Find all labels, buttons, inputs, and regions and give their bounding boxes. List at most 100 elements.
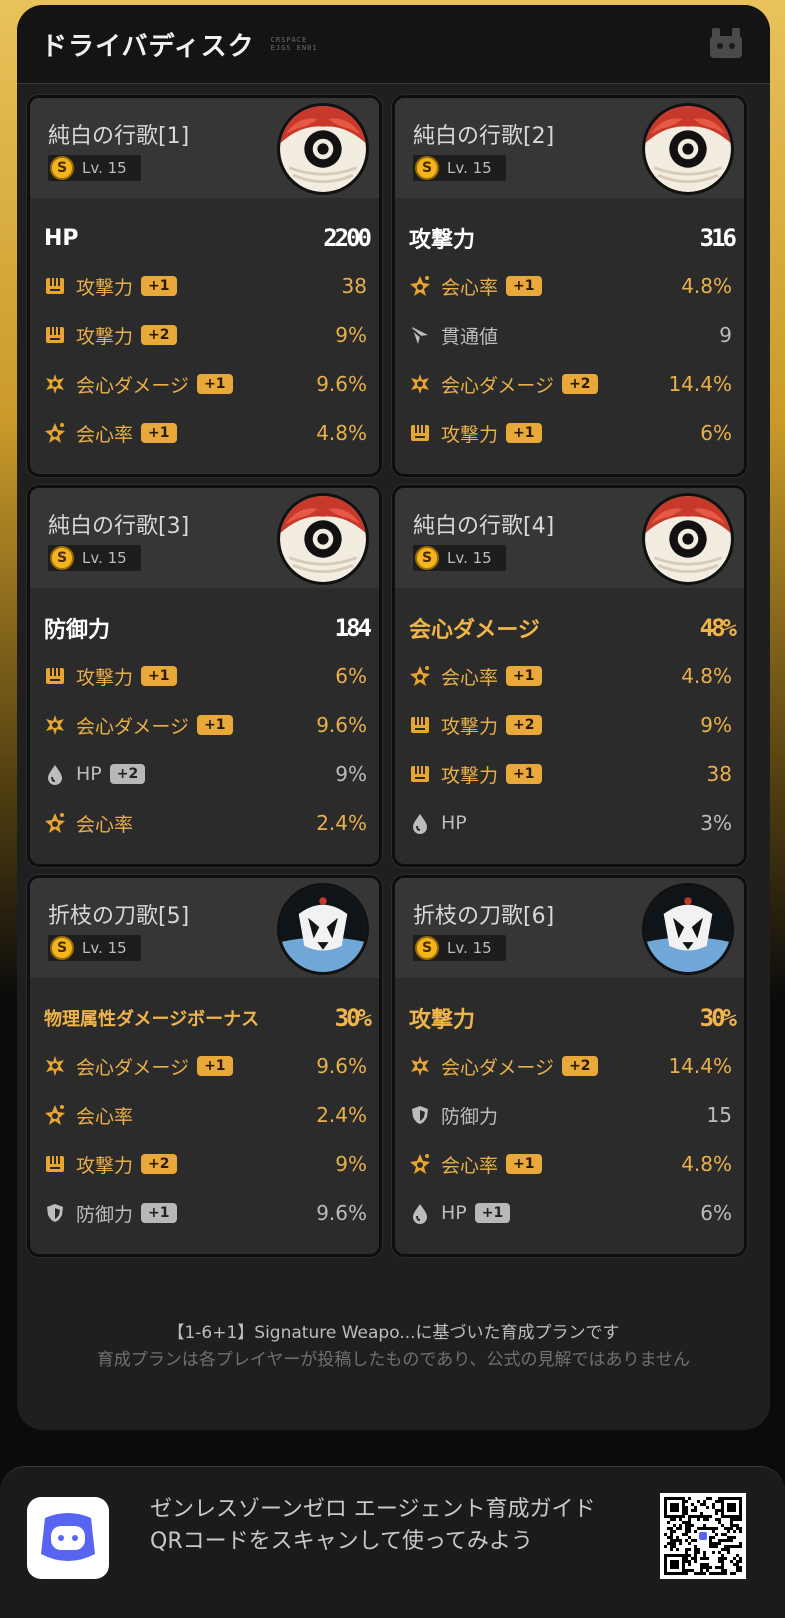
disc-level: Lv. 15	[82, 159, 127, 177]
sub-stat-value: 9	[719, 323, 732, 347]
attack-icon	[44, 665, 66, 687]
attack-icon	[44, 1153, 66, 1175]
main-stat-label: 物理属性ダメージボーナス	[44, 1009, 260, 1030]
disc-card-header: 純白の行歌[2] S Lv. 15	[395, 98, 744, 198]
sub-stat-value: 14.4%	[668, 1054, 732, 1078]
upgrade-count-badge: +1	[506, 423, 542, 443]
disc-card-2[interactable]: 純白の行歌[2] S Lv. 15 攻撃力 316 会心率 +1 4.8% 貫通値 9 会心ダメージ…	[392, 95, 747, 477]
drive-disc-panel: ドライバディスク CRSPACE EJGS EN01 純白の行歌[1] S Lv. …	[17, 5, 770, 1430]
disc-level: Lv. 15	[82, 549, 127, 567]
disc-level-box: S Lv. 15	[413, 545, 506, 571]
upgrade-count-badge: +1	[506, 276, 542, 296]
rank-s-icon: S	[50, 546, 74, 570]
sub-stat-label: 会心率	[76, 813, 134, 836]
plan-source-text: 【1-6+1】Signature Weapo...に基づいた育成プランです	[167, 1323, 620, 1343]
sub-stat-row: 会心率 +1 4.8%	[409, 1146, 732, 1182]
disc-card-3[interactable]: 純白の行歌[3] S Lv. 15 防御力 184 攻撃力 +1 6% 会心ダメージ +1 9.6%…	[27, 485, 382, 867]
panel-header: ドライバディスク CRSPACE EJGS EN01	[17, 5, 770, 84]
sub-stat-row: HP +1 6%	[409, 1195, 732, 1231]
sub-stat-label: 防御力	[76, 1203, 134, 1226]
page-title: ドライバディスク	[41, 31, 255, 62]
sub-stat-value: 4.8%	[681, 274, 732, 298]
main-stat-label: HP	[44, 225, 79, 251]
qr-code-icon	[660, 1493, 746, 1579]
sub-stat-row: 会心率 +1 4.8%	[44, 415, 367, 451]
rank-s-icon: S	[50, 156, 74, 180]
bottom-promo-bar: ゼンレスゾーンゼロ エージェント育成ガイド QRコードをスキャンして使ってみよう	[0, 1466, 785, 1618]
sub-stat-label: 会心率	[441, 276, 499, 299]
crit-rate-icon	[44, 812, 66, 834]
sub-stat-row: 貫通値 9	[409, 317, 732, 353]
disc-name: 純白の行歌[3]	[48, 514, 190, 539]
crit-rate-icon	[409, 1153, 431, 1175]
rank-s-icon: S	[415, 546, 439, 570]
sub-stat-row: 会心ダメージ +1 9.6%	[44, 1048, 367, 1084]
rank-s-icon: S	[50, 936, 74, 960]
sub-stat-value: 3%	[700, 811, 732, 835]
sub-stat-label: 会心ダメージ	[441, 1056, 555, 1079]
attack-icon	[44, 275, 66, 297]
main-stat-row: 物理属性ダメージボーナス 30%	[44, 998, 372, 1038]
crit-rate-icon	[409, 665, 431, 687]
sub-stat-row: 防御力 15	[409, 1097, 732, 1133]
sub-stat-row: HP 3%	[409, 805, 732, 841]
disc-card-6[interactable]: 折枝の刀歌[6] S Lv. 15 攻撃力 30% 会心ダメージ +2 14.4% 防御力 15 会…	[392, 875, 747, 1257]
hp-icon	[44, 763, 66, 785]
sub-stat-value: 2.4%	[316, 811, 367, 835]
sub-stat-label: 会心ダメージ	[76, 374, 190, 397]
disc-level: Lv. 15	[447, 549, 492, 567]
sub-stat-label: HP	[441, 1202, 467, 1224]
disc-name: 純白の行歌[2]	[413, 124, 555, 149]
sub-stat-row: 攻撃力 +2 9%	[44, 317, 367, 353]
bangboo-icon[interactable]	[706, 24, 746, 64]
sub-stat-row: 会心ダメージ +1 9.6%	[44, 366, 367, 402]
sub-stat-value: 4.8%	[681, 664, 732, 688]
sub-stat-row: 攻撃力 +1 38	[44, 268, 367, 304]
main-stat-value: 30%	[699, 1004, 737, 1032]
rank-s-icon: S	[415, 936, 439, 960]
sub-stat-value: 6%	[700, 1201, 732, 1225]
sub-stat-row: 会心ダメージ +1 9.6%	[44, 707, 367, 743]
sub-stat-label: 攻撃力	[76, 325, 134, 348]
main-stat-label: 攻撃力	[409, 1008, 476, 1033]
upgrade-count-badge: +1	[197, 374, 233, 394]
upgrade-count-badge: +2	[506, 715, 542, 735]
sub-stat-label: HP	[441, 812, 467, 834]
defense-icon	[44, 1202, 66, 1224]
main-stat-value: 48%	[699, 614, 737, 642]
disc-level-box: S Lv. 15	[48, 155, 141, 181]
crit-damage-icon	[44, 373, 66, 395]
disc-card-1[interactable]: 純白の行歌[1] S Lv. 15 HP 2200 攻撃力 +1 38 攻撃力 +2 9% 会心ダメー…	[27, 95, 382, 477]
upgrade-count-badge: +1	[141, 666, 177, 686]
sub-stat-row: 会心ダメージ +2 14.4%	[409, 1048, 732, 1084]
footnote: 【1-6+1】Signature Weapo...に基づいた育成プランです 育成…	[57, 1318, 730, 1373]
disc-level: Lv. 15	[447, 939, 492, 957]
deco-line-1: CRSPACE	[270, 36, 308, 44]
sub-stat-row: 会心ダメージ +2 14.4%	[409, 366, 732, 402]
discord-bot-icon[interactable]	[27, 1497, 109, 1579]
sub-stat-value: 2.4%	[316, 1103, 367, 1127]
disc-level: Lv. 15	[447, 159, 492, 177]
disc-card-header: 純白の行歌[1] S Lv. 15	[30, 98, 379, 198]
rank-s-icon: S	[415, 156, 439, 180]
disc-card-5[interactable]: 折枝の刀歌[5] S Lv. 15 物理属性ダメージボーナス 30% 会心ダメージ +1 9.…	[27, 875, 382, 1257]
sub-stat-row: 会心率 2.4%	[44, 1097, 367, 1133]
main-stat-label: 会心ダメージ	[409, 618, 540, 643]
sub-stat-value: 9%	[700, 713, 732, 737]
sub-stat-value: 9%	[335, 1152, 367, 1176]
sub-stat-label: 攻撃力	[76, 666, 134, 689]
main-stat-row: 防御力 184	[44, 608, 372, 648]
branch-song-disc-image	[277, 883, 369, 975]
disc-level-box: S Lv. 15	[48, 935, 141, 961]
disc-name: 折枝の刀歌[5]	[48, 904, 190, 929]
white-song-disc-image	[277, 103, 369, 195]
sub-stat-value: 9.6%	[316, 1054, 367, 1078]
upgrade-count-badge: +1	[141, 1203, 177, 1223]
sub-stat-label: 攻撃力	[76, 276, 134, 299]
sub-stat-value: 4.8%	[316, 421, 367, 445]
disc-card-4[interactable]: 純白の行歌[4] S Lv. 15 会心ダメージ 48% 会心率 +1 4.8% 攻撃力 +2 9%…	[392, 485, 747, 867]
sub-stat-value: 14.4%	[668, 372, 732, 396]
upgrade-count-badge: +1	[506, 764, 542, 784]
upgrade-count-badge: +1	[197, 1056, 233, 1076]
sub-stat-row: 攻撃力 +1 6%	[44, 658, 367, 694]
